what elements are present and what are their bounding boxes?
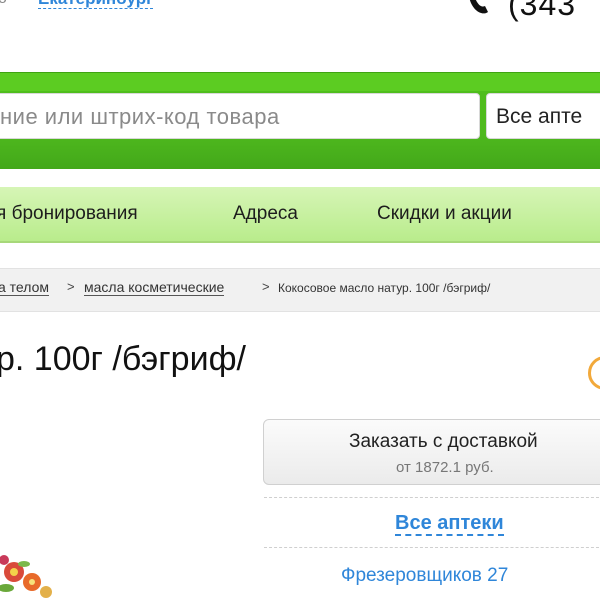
phone-icon	[469, 0, 488, 14]
nav-item-discounts[interactable]: Скидки и акции	[377, 203, 512, 225]
pharmacy-select-value: Все апте	[496, 105, 583, 128]
breadcrumb-current: Кокосовое масло натур. 100г /бэгриф/	[278, 281, 491, 295]
search-bar-highlight	[0, 73, 600, 91]
breadcrumb-separator: >	[67, 279, 75, 294]
product-image	[0, 555, 52, 598]
nav-item-addresses[interactable]: Адреса	[233, 203, 298, 225]
all-pharmacies-link[interactable]: Все аптеки	[395, 512, 504, 536]
divider	[264, 497, 600, 498]
price-from: от 1872.1 руб.	[396, 459, 494, 476]
breadcrumb-cosmetic-oils[interactable]: масла косметические	[84, 279, 225, 296]
divider	[264, 547, 600, 548]
breadcrumb-body-care[interactable]: а телом	[0, 279, 49, 296]
pharmacy-address-link[interactable]: Фрезеровщиков 27	[341, 565, 508, 587]
phone-number[interactable]: (343	[508, 0, 576, 23]
search-placeholder: ние или штрих-код товара	[0, 104, 280, 129]
info-icon[interactable]	[588, 356, 600, 390]
order-delivery-label: Заказать с доставкой	[349, 431, 538, 452]
page-title: р. 100г /бэгриф/	[0, 340, 246, 378]
city-selector-link[interactable]: Екатеринбург	[38, 0, 154, 9]
nav-item-booking[interactable]: я бронирования	[0, 203, 138, 225]
breadcrumb-separator: >	[262, 279, 270, 294]
city-prefix: о	[0, 0, 7, 8]
